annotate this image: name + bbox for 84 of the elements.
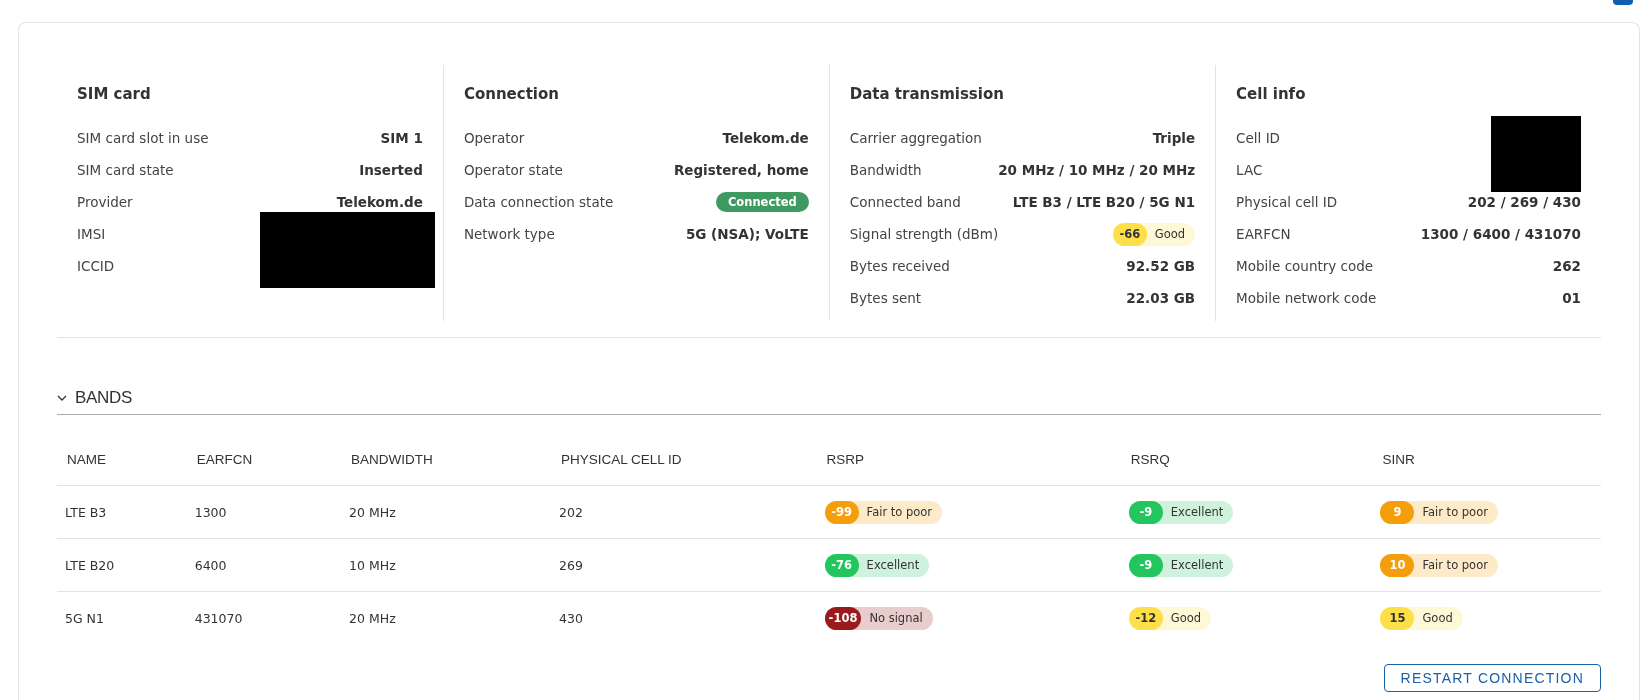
column-header: RSRP: [816, 433, 1121, 486]
signal-value: 15: [1380, 606, 1415, 630]
field-value: Telekom.de: [336, 194, 423, 210]
table-cell: 6400: [186, 538, 342, 592]
signal-value: -76: [824, 553, 859, 577]
field-label: LAC: [1236, 162, 1264, 178]
restart-connection-button[interactable]: RESTART CONNECTION: [1383, 664, 1601, 692]
table-cell: 20 MHz: [341, 591, 552, 644]
field-label: Cell ID: [1236, 130, 1281, 146]
column-header: SINR: [1372, 433, 1601, 486]
field-value: 01: [1562, 290, 1581, 306]
field-label: Physical cell ID: [1236, 194, 1339, 210]
table-cell: LTE B20: [57, 538, 187, 592]
field-value: 92.52 GB: [1126, 258, 1196, 274]
table-cell: 269: [551, 538, 817, 592]
table-cell: 1300: [186, 485, 342, 539]
field-label: ICCID: [77, 258, 116, 274]
signal-badge: -99 Fair to poor: [824, 500, 943, 524]
section-heading[interactable]: BANDS: [75, 388, 133, 408]
field-label: Operator: [463, 130, 526, 146]
signal-badge: 15 Good: [1380, 606, 1463, 630]
signal-badge: -12 Good: [1128, 606, 1212, 630]
section-title: Cell info: [1236, 85, 1307, 103]
signal-badge: -76 Excellent: [824, 553, 930, 577]
table-cell: LTE B3: [57, 485, 187, 539]
column-header: NAME: [57, 433, 187, 486]
column-header: EARFCN: [186, 433, 342, 486]
column-header: RSRQ: [1120, 433, 1373, 486]
field-label: SIM card slot in use: [77, 130, 209, 146]
field-value: 20 MHz / 10 MHz / 20 MHz: [998, 162, 1196, 178]
status-badge: Connected: [715, 192, 809, 212]
signal-value: 10: [1380, 553, 1415, 577]
field-label: Operator state: [463, 162, 564, 178]
table-cell: 431070: [186, 591, 342, 644]
field-label: Network type: [463, 226, 556, 242]
signal-value: -66: [1112, 222, 1147, 246]
field-value: 22.03 GB: [1126, 290, 1196, 306]
field-value: LTE B3 / LTE B20 / 5G N1: [1012, 194, 1196, 210]
column-header: PHYSICAL CELL ID: [551, 433, 817, 486]
section-title: Data transmission: [849, 85, 1005, 103]
signal-badge: -9 Excellent: [1128, 500, 1234, 524]
field-value: 202 / 269 / 430: [1467, 194, 1581, 210]
field-label: SIM card state: [77, 162, 175, 178]
field-value: Inserted: [359, 162, 423, 178]
table-cell: 10 MHz: [341, 538, 552, 592]
field-value: Registered, home: [673, 162, 809, 178]
signal-value: -9: [1128, 553, 1163, 577]
field-value: 262: [1552, 258, 1581, 274]
field-value: SIM 1: [380, 130, 423, 146]
field-label: Carrier aggregation: [849, 130, 983, 146]
signal-badge: 9 Fair to poor: [1380, 500, 1498, 524]
field-value: 1300 / 6400 / 431070: [1420, 226, 1581, 242]
table-cell: 20 MHz: [341, 485, 552, 539]
field-value: Triple: [1152, 130, 1196, 146]
signal-value: -12: [1128, 606, 1163, 630]
column-header: BANDWIDTH: [341, 433, 552, 486]
table-cell: 430: [551, 591, 817, 644]
signal-value: -99: [824, 500, 859, 524]
signal-value: -9: [1128, 500, 1163, 524]
table-cell: 5G N1: [57, 591, 187, 644]
field-value: 5G (NSA); VoLTE: [685, 226, 809, 242]
field-value: Telekom.de: [722, 130, 809, 146]
field-label: IMSI: [77, 226, 107, 242]
field-label: Provider: [77, 194, 134, 210]
field-label: Bandwidth: [849, 162, 923, 178]
field-label: Bytes sent: [849, 290, 923, 306]
field-label: Connected band: [849, 194, 962, 210]
header-button[interactable]: [1613, 0, 1633, 5]
field-label: Signal strength (dBm): [849, 226, 999, 242]
signal-badge: 10 Fair to poor: [1380, 553, 1498, 577]
field-label: Bytes received: [849, 258, 951, 274]
signal-badge: -66 Good: [1112, 222, 1196, 246]
field-label: Data connection state: [463, 194, 614, 210]
field-label: EARFCN: [1236, 226, 1292, 242]
field-label: Mobile network code: [1236, 290, 1377, 306]
signal-value: 9: [1380, 500, 1415, 524]
section-title: SIM card: [77, 85, 152, 103]
table-cell: 202: [551, 485, 817, 539]
field-label: Mobile country code: [1236, 258, 1375, 274]
signal-value: -108: [824, 606, 862, 630]
signal-badge: -9 Excellent: [1128, 553, 1234, 577]
section-title: Connection: [463, 85, 560, 103]
signal-badge: -108 No signal: [824, 606, 933, 630]
chevron-icon[interactable]: [57, 393, 67, 403]
